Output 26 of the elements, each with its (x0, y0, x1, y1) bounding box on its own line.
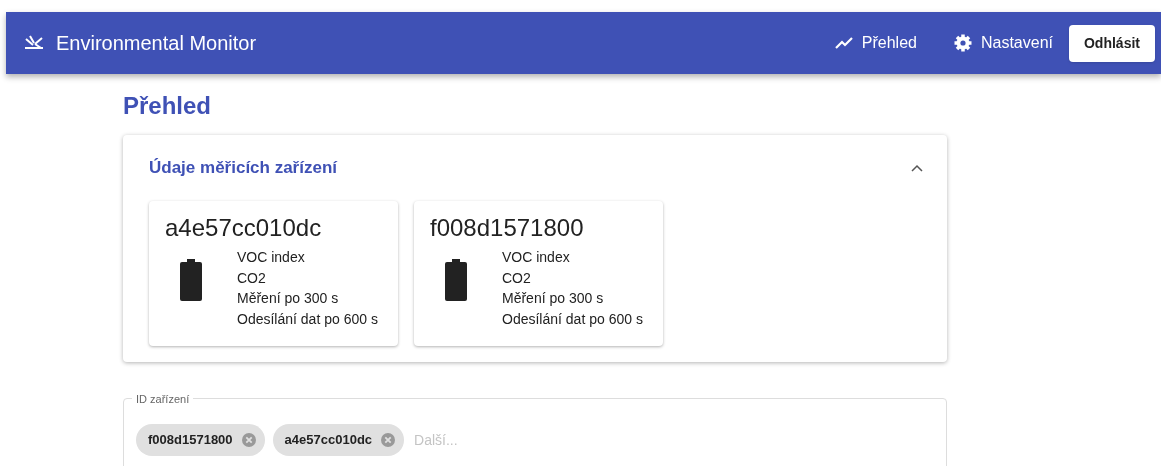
measurement-info: Měření po 300 s (502, 289, 605, 308)
measurement-info: Odesílání dat po 600 s (502, 309, 643, 329)
panel-header[interactable]: Údaje měřicích zařízení (123, 135, 947, 201)
measurement-info: Měření po 300 s (237, 289, 340, 308)
nav-link[interactable]: Nastavení (952, 31, 1053, 55)
battery-icon (179, 259, 203, 301)
measurement-info: CO2 (502, 268, 532, 288)
chip-input[interactable]: Další... (414, 429, 565, 451)
measurement-info: VOC index (502, 248, 571, 267)
nav-link[interactable]: Přehled (833, 31, 917, 55)
logout-button[interactable]: Odhlásit (1069, 24, 1155, 62)
sprout-icon (24, 35, 44, 51)
measurement-info: VOC index (237, 248, 306, 267)
device-chip: f008d1571800 (136, 424, 265, 456)
remove-icon[interactable] (240, 432, 257, 448)
app-title: Environmental Monitor (56, 31, 257, 56)
device-chip: a4e57cc010dc (272, 424, 405, 456)
page-title: Přehled (123, 91, 213, 121)
panel-title: Údaje měřicích zařízení (149, 157, 338, 180)
measurement-info: CO2 (237, 268, 267, 288)
device-id: f008d1571800 (430, 213, 585, 243)
measurement-info: Odesílání dat po 600 s (237, 309, 378, 329)
settings-icon (952, 33, 973, 53)
device-id: a4e57cc010dc (165, 213, 323, 243)
remove-icon[interactable] (380, 432, 397, 448)
battery-icon (444, 259, 468, 301)
